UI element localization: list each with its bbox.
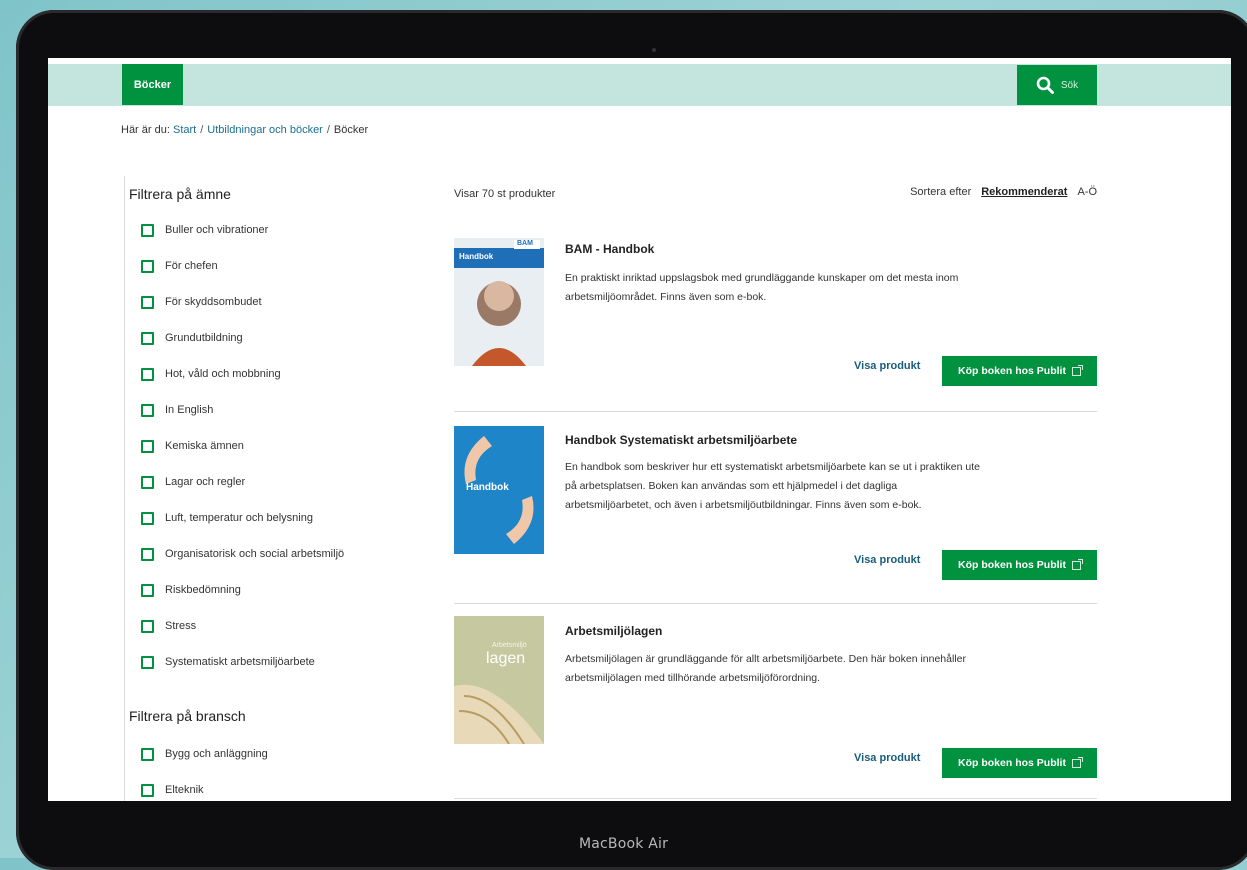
product-card: Arbetsmiljö lagen Arbetsmiljölagen Arbet…	[454, 612, 1097, 799]
cover-title: Handbok	[459, 252, 494, 261]
filter-item[interactable]: Grundutbildning	[141, 320, 385, 356]
sort-label: Sortera efter	[910, 186, 972, 198]
cover-title: Handbok	[466, 482, 509, 493]
filter-item[interactable]: Kemiska ämnen	[141, 428, 385, 464]
books-tab[interactable]: Böcker	[122, 64, 183, 105]
checkbox-icon[interactable]	[141, 403, 154, 417]
checkbox-icon[interactable]	[141, 223, 154, 237]
filter-item[interactable]: Systematiskt arbetsmiljöarbete	[141, 644, 385, 680]
breadcrumb-courses-books[interactable]: Utbildningar och böcker	[207, 124, 323, 136]
checkbox-icon[interactable]	[141, 295, 154, 309]
buy-label: Köp boken hos Publit	[958, 365, 1066, 377]
filter-label: Luft, temperatur och belysning	[165, 512, 313, 524]
breadcrumb-current: Böcker	[333, 124, 369, 136]
filter-item[interactable]: Stress	[141, 608, 385, 644]
filter-label: Elteknik	[165, 784, 204, 796]
filter-item[interactable]: Bygg och anläggning	[141, 736, 385, 772]
product-title[interactable]: Handbok Systematiskt arbetsmiljöarbete	[565, 433, 797, 447]
filter-item[interactable]: För chefen	[141, 248, 385, 284]
filter-label: För chefen	[165, 260, 218, 272]
filter-label: Buller och vibrationer	[165, 224, 269, 236]
breadcrumb-separator: /	[200, 124, 204, 136]
filter-sidebar: Filtrera på ämne Buller och vibrationer …	[124, 176, 385, 801]
subject-filter-title: Filtrera på ämne	[129, 186, 231, 202]
filter-label: Kemiska ämnen	[165, 440, 244, 452]
sort-controls: Sortera efter Rekommenderat A-Ö	[910, 186, 1097, 198]
checkbox-icon[interactable]	[141, 259, 154, 273]
search-label: Sök	[1060, 79, 1079, 91]
sort-alphabetical[interactable]: A-Ö	[1077, 186, 1097, 198]
breadcrumb-start[interactable]: Start	[173, 124, 196, 136]
cover-logo: BAM	[517, 240, 533, 247]
filter-item[interactable]: In English	[141, 392, 385, 428]
checkbox-icon[interactable]	[141, 783, 154, 797]
breadcrumb-prefix: Här är du:	[121, 124, 170, 136]
checkbox-icon[interactable]	[141, 475, 154, 489]
filter-label: Hot, våld och mobbning	[165, 368, 281, 380]
external-link-icon	[1071, 364, 1083, 376]
cover-title: lagen	[486, 650, 526, 667]
book-cover[interactable]: Arbetsmiljö lagen	[454, 616, 544, 744]
subject-filter-list: Buller och vibrationer För chefen För sk…	[125, 212, 385, 680]
checkbox-icon[interactable]	[141, 583, 154, 597]
device-label: MacBook Air	[578, 836, 669, 852]
cover-subtitle: Arbetsmiljö	[492, 642, 527, 649]
buy-book-button[interactable]: Köp boken hos Publit	[942, 356, 1097, 386]
filter-label: Systematiskt arbetsmiljöarbete	[165, 656, 315, 668]
external-link-icon	[1071, 558, 1083, 570]
checkbox-icon[interactable]	[141, 747, 154, 761]
filter-item[interactable]: Riskbedömning	[141, 572, 385, 608]
filter-label: För skyddsombudet	[165, 296, 262, 308]
checkbox-icon[interactable]	[141, 655, 154, 669]
product-title[interactable]: Arbetsmiljölagen	[565, 624, 662, 638]
checkbox-icon[interactable]	[141, 511, 154, 525]
checkbox-icon[interactable]	[141, 439, 154, 453]
product-card: Handbok BAM BAM - Handbok En praktiskt i…	[454, 228, 1097, 412]
buy-book-button[interactable]: Köp boken hos Publit	[942, 550, 1097, 580]
product-count: Visar 70 st produkter	[454, 188, 556, 200]
search-button[interactable]: Sök	[1017, 65, 1097, 105]
filter-item[interactable]: Luft, temperatur och belysning	[141, 500, 385, 536]
filter-item[interactable]: Lagar och regler	[141, 464, 385, 500]
buy-label: Köp boken hos Publit	[958, 559, 1066, 571]
book-cover[interactable]: Handbok	[454, 426, 544, 554]
product-description: En handbok som beskriver hur ett systema…	[565, 461, 980, 511]
checkbox-icon[interactable]	[141, 331, 154, 345]
filter-item[interactable]: Organisatorisk och social arbetsmiljö	[141, 536, 385, 572]
product-title[interactable]: BAM - Handbok	[565, 242, 654, 256]
filter-label: In English	[165, 404, 214, 416]
filter-label: Bygg och anläggning	[165, 748, 268, 760]
filter-label: Grundutbildning	[165, 332, 243, 344]
product-description: Arbetsmiljölagen är grundläggande för al…	[565, 653, 966, 684]
buy-book-button[interactable]: Köp boken hos Publit	[942, 748, 1097, 778]
product-description: En praktiskt inriktad uppslagsbok med gr…	[565, 272, 959, 303]
filter-item[interactable]: Elteknik	[141, 772, 385, 801]
buy-label: Köp boken hos Publit	[958, 757, 1066, 769]
filter-item[interactable]: Buller och vibrationer	[141, 212, 385, 248]
product-card: Handbok Handbok Systematiskt arbetsmiljö…	[454, 420, 1097, 604]
view-product-link[interactable]: Visa produkt	[854, 554, 920, 566]
industry-filter-list: Bygg och anläggning Elteknik	[125, 736, 385, 801]
external-link-icon	[1071, 756, 1083, 768]
filter-label: Stress	[165, 620, 197, 632]
book-cover[interactable]: Handbok BAM	[454, 238, 544, 366]
breadcrumb: Här är du: Start / Utbildningar och böcker…	[121, 124, 368, 136]
search-icon	[1036, 76, 1054, 94]
filter-label: Organisatorisk och social arbetsmiljö	[165, 548, 345, 560]
view-product-link[interactable]: Visa produkt	[854, 752, 920, 764]
checkbox-icon[interactable]	[141, 619, 154, 633]
checkbox-icon[interactable]	[141, 547, 154, 561]
browser-viewport: Böcker Sök Här är du: Start / Utbildningar…	[48, 58, 1231, 801]
sort-recommended[interactable]: Rekommenderat	[981, 186, 1067, 198]
industry-filter-title: Filtrera på bransch	[129, 708, 246, 724]
filter-item[interactable]: För skyddsombudet	[141, 284, 385, 320]
filter-label: Lagar och regler	[165, 476, 246, 488]
filter-label: Riskbedömning	[165, 584, 241, 596]
breadcrumb-separator: /	[326, 124, 330, 136]
filter-item[interactable]: Hot, våld och mobbning	[141, 356, 385, 392]
checkbox-icon[interactable]	[141, 367, 154, 381]
view-product-link[interactable]: Visa produkt	[854, 360, 920, 372]
camera-dot	[652, 48, 656, 52]
